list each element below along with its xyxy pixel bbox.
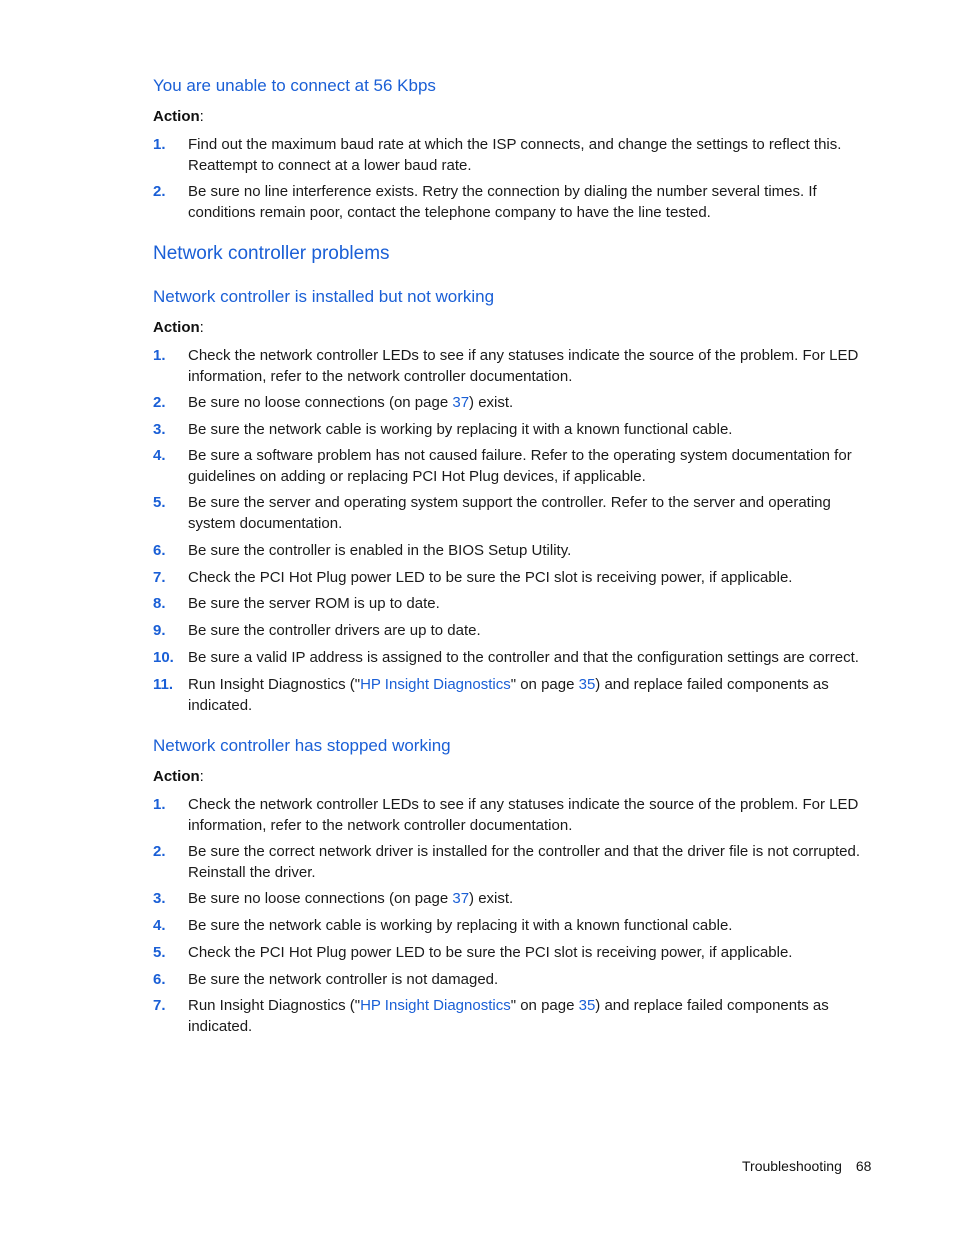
hp-insight-diagnostics-link[interactable]: HP Insight Diagnostics <box>360 676 511 693</box>
list-item: 1. Check the network controller LEDs to … <box>153 347 859 385</box>
list-item: 3. Be sure the network cable is working … <box>153 421 733 438</box>
hp-insight-diagnostics-link[interactable]: HP Insight Diagnostics <box>360 997 511 1014</box>
list-item: 7. Run Insight Diagnostics ("HP Insight … <box>153 997 829 1035</box>
list-item: 2. Be sure no loose connections (on page… <box>153 394 514 411</box>
document-page: You are unable to connect at 56 Kbps Act… <box>0 0 954 1235</box>
page-link-35[interactable]: 35 <box>579 676 596 693</box>
heading-installed-not-working: Network controller is installed but not … <box>153 287 495 306</box>
action-label: Action: <box>153 319 204 336</box>
list-item: 6. Be sure the network controller is not… <box>153 971 499 988</box>
list-item: 8. Be sure the server ROM is up to date. <box>153 595 440 612</box>
action-label: Action: <box>153 108 204 125</box>
heading-network-controller-problems: Network controller problems <box>153 243 390 264</box>
list-item: 1. Find out the maximum baud rate at whi… <box>153 136 842 174</box>
page-footer: Troubleshooting 68 <box>742 1158 871 1174</box>
list-item: 2. Be sure no line interference exists. … <box>153 183 817 221</box>
list-item: 11. Run Insight Diagnostics ("HP Insight… <box>153 676 829 714</box>
list-item: 7. Check the PCI Hot Plug power LED to b… <box>153 569 793 586</box>
list-item: 4. Be sure the network cable is working … <box>153 917 733 934</box>
list-item: 6. Be sure the controller is enabled in … <box>153 542 572 559</box>
list-item: 10. Be sure a valid IP address is assign… <box>153 649 859 666</box>
heading-stopped-working: Network controller has stopped working <box>153 736 451 755</box>
page-number: 68 <box>855 1158 872 1174</box>
page-link-35[interactable]: 35 <box>579 997 596 1014</box>
list-item: 2. Be sure the correct network driver is… <box>153 843 860 881</box>
page-link-37[interactable]: 37 <box>452 394 469 411</box>
footer-section-name: Troubleshooting <box>742 1158 842 1174</box>
heading-56kbps: You are unable to connect at 56 Kbps <box>153 76 436 95</box>
list-item: 1. Check the network controller LEDs to … <box>153 796 859 834</box>
list-item: 5. Check the PCI Hot Plug power LED to b… <box>153 944 793 961</box>
list-item: 9. Be sure the controller drivers are up… <box>153 622 481 639</box>
list-item: 3. Be sure no loose connections (on page… <box>153 890 514 907</box>
action-label: Action: <box>153 768 204 785</box>
page-link-37[interactable]: 37 <box>452 890 469 907</box>
list-item: 4. Be sure a software problem has not ca… <box>153 447 852 485</box>
list-item: 5. Be sure the server and operating syst… <box>153 494 831 532</box>
